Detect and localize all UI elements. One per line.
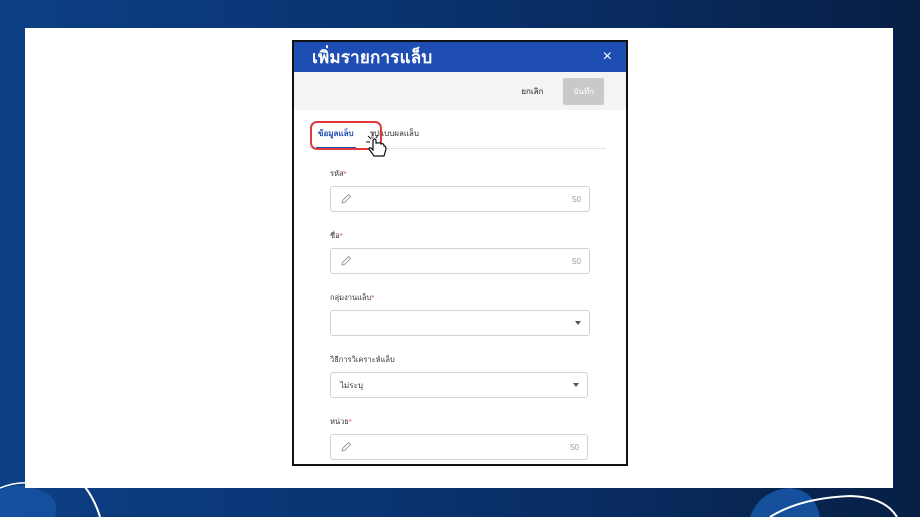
slide-canvas: เพิ่มรายการแล็บ × ยกเลิก บันทึก ข้อมูลแล… [25,28,893,488]
lab-group-label: กลุ่มงานแล็บ* [330,293,375,302]
dialog-body: ข้อมูลแล็บ รูปแบบผลแล็บ รหัส* 50 ชื่อ* 5… [294,110,626,464]
analysis-method-field: วิธีการวิเคราะห์แล็บ ไม่ระบุ [330,354,588,398]
code-char-counter: 50 [572,194,581,204]
dialog-toolbar: ยกเลิก บันทึก [294,72,626,110]
hand-pointer-icon [366,132,387,157]
cancel-button[interactable]: ยกเลิก [513,79,551,104]
name-field: ชื่อ* 50 [330,230,590,274]
pencil-icon [341,193,352,204]
close-icon[interactable]: × [603,49,612,65]
analysis-method-value: ไม่ระบุ [340,380,363,390]
caret-down-icon [575,321,581,325]
dialog-header: เพิ่มรายการแล็บ × [294,42,626,72]
unit-char-counter: 50 [570,442,579,452]
analysis-method-label: วิธีการวิเคราะห์แล็บ [330,355,395,364]
add-lab-dialog: เพิ่มรายการแล็บ × ยกเลิก บันทึก ข้อมูลแล… [292,40,628,466]
caret-down-icon [573,383,579,387]
pencil-icon [341,255,352,266]
unit-field: หน่วย* 50 [330,416,588,460]
unit-input[interactable]: 50 [330,434,588,460]
name-char-counter: 50 [572,256,581,266]
code-field: รหัส* 50 [330,168,590,212]
unit-label: หน่วย* [330,417,352,426]
save-button[interactable]: บันทึก [563,77,604,105]
dialog-title: เพิ่มรายการแล็บ [312,47,433,67]
code-label: รหัส* [330,169,347,178]
code-input[interactable]: 50 [330,186,590,212]
name-label: ชื่อ* [330,231,343,240]
pencil-icon [341,441,352,452]
analysis-method-select[interactable]: ไม่ระบุ [330,372,588,398]
name-input[interactable]: 50 [330,248,590,274]
lab-group-select[interactable] [330,310,590,336]
lab-group-field: กลุ่มงานแล็บ* [330,292,590,336]
